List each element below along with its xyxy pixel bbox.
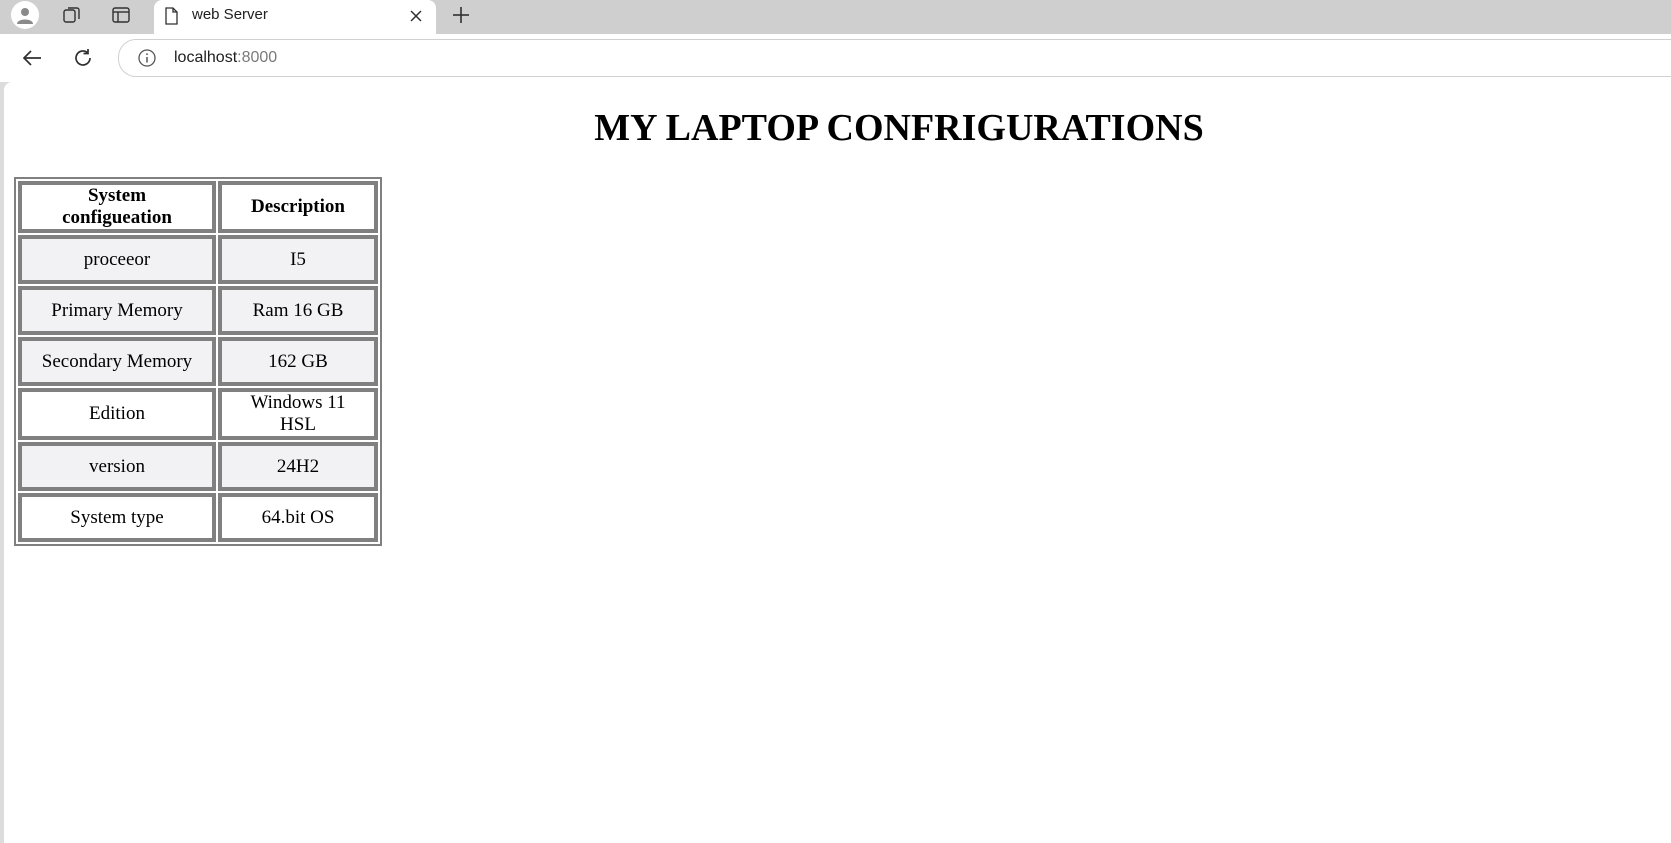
page-viewport: MY LAPTOP CONFRIGURATIONS System configu… xyxy=(4,82,1671,843)
table-row: version 24H2 xyxy=(18,442,378,491)
collections-icon xyxy=(63,7,80,23)
tab-web-server[interactable]: web Server xyxy=(154,0,436,36)
page-title: MY LAPTOP CONFRIGURATIONS xyxy=(594,107,1204,149)
table-row: proceeor I5 xyxy=(18,235,378,284)
config-table: System configueation Description proceeo… xyxy=(14,177,382,546)
table-cell: I5 xyxy=(218,235,378,284)
address-bar[interactable]: localhost:8000 xyxy=(118,39,1671,77)
tab-actions-icon xyxy=(112,7,130,23)
back-arrow-icon xyxy=(22,50,41,66)
close-icon[interactable] xyxy=(406,6,426,26)
vertical-tabs-button[interactable] xyxy=(104,0,138,30)
table-cell: 24H2 xyxy=(218,442,378,491)
table-cell: 162 GB xyxy=(218,337,378,386)
url-text[interactable]: localhost:8000 xyxy=(174,49,277,67)
table-cell: version xyxy=(18,442,216,491)
column-header: Description xyxy=(218,181,378,233)
tab-strip: web Server xyxy=(0,0,1671,36)
table-header-row: System configueation Description xyxy=(18,181,378,233)
browser-toolbar: localhost:8000 xyxy=(0,34,1671,82)
table-row: Primary Memory Ram 16 GB xyxy=(18,286,378,335)
profile-avatar-icon xyxy=(11,1,39,29)
table-cell: Edition xyxy=(18,388,216,440)
table-cell: proceeor xyxy=(18,235,216,284)
profile-button[interactable] xyxy=(10,0,40,30)
new-tab-button[interactable] xyxy=(444,0,478,30)
info-icon[interactable] xyxy=(137,48,157,68)
table-row: System type 64.bit OS xyxy=(18,493,378,542)
column-header: System configueation xyxy=(18,181,216,233)
workspaces-button[interactable] xyxy=(55,0,89,30)
table-cell: Ram 16 GB xyxy=(218,286,378,335)
table-cell: 64.bit OS xyxy=(218,493,378,542)
table-cell: Secondary Memory xyxy=(18,337,216,386)
back-button[interactable] xyxy=(17,43,47,73)
table-row: Secondary Memory 162 GB xyxy=(18,337,378,386)
tab-title: web Server xyxy=(192,6,268,23)
table-cell: Windows 11 HSL xyxy=(218,388,378,440)
table-cell: System type xyxy=(18,493,216,542)
table-cell: Primary Memory xyxy=(18,286,216,335)
plus-icon xyxy=(453,7,469,23)
url-port: :8000 xyxy=(237,49,278,66)
reload-icon xyxy=(75,49,91,66)
document-icon xyxy=(165,7,178,25)
table-row: Edition Windows 11 HSL xyxy=(18,388,378,440)
url-host: localhost xyxy=(174,49,238,66)
reload-button[interactable] xyxy=(68,43,98,73)
